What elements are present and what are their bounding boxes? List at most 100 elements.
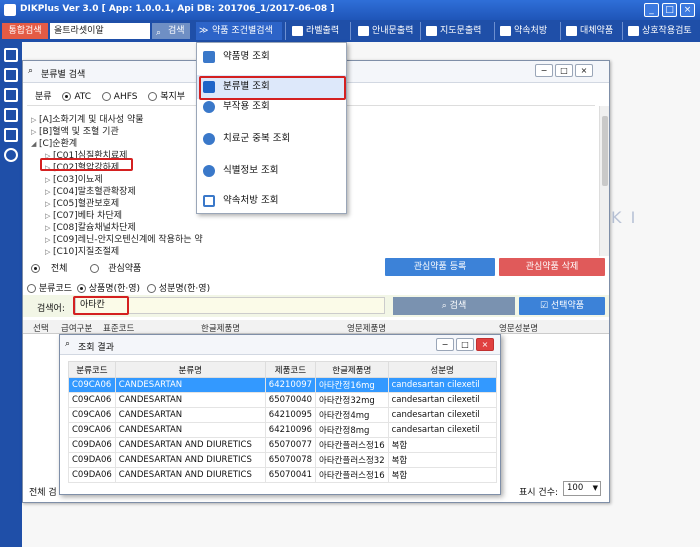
- all-radio[interactable]: [31, 264, 40, 273]
- cell: 64210095: [264, 407, 317, 423]
- table-row[interactable]: C09CA06 CANDESARTAN 65070040 아타칸정32mg candes…: [68, 392, 497, 408]
- guidance-print-label: 지도문출력: [440, 26, 482, 36]
- menu-icon[interactable]: [4, 48, 18, 62]
- label-print-button[interactable]: 라벨출력: [290, 22, 339, 40]
- close-button[interactable]: ×: [680, 3, 695, 17]
- cell: C09CA06: [68, 377, 116, 393]
- menu-item-label: 치료군 중복 조회: [223, 133, 291, 144]
- document-icon[interactable]: [4, 88, 18, 102]
- tree-node[interactable]: ▷ [C10]지질조절제: [45, 244, 119, 257]
- select-drug-button[interactable]: ☑ 선택약품: [519, 297, 605, 315]
- label-print-label: 라벨출력: [306, 26, 340, 36]
- column-header[interactable]: 분류명: [114, 361, 266, 378]
- minimize-button[interactable]: −: [436, 338, 454, 351]
- interaction-review-button[interactable]: 상호작용검토: [626, 22, 692, 40]
- search-icon: ⌕: [65, 339, 71, 349]
- integrated-search-tab[interactable]: 통합검색: [2, 23, 48, 39]
- cell: 64210097: [264, 377, 317, 393]
- product-name-label: 상품명(한·영): [88, 284, 141, 294]
- table-row[interactable]: C09DA06 CANDESARTAN AND DIURETICS 65070077…: [68, 437, 497, 453]
- search-label: 검색어:: [37, 304, 65, 314]
- scrollbar-thumb[interactable]: [602, 116, 608, 186]
- result-grid-header: 선택 급여구분 표준코드 한글제품명 영문제품명 영문성분명: [23, 320, 609, 334]
- table-row[interactable]: C09CA06 CANDESARTAN 64210095 아타칸정4mg candesa…: [68, 407, 497, 423]
- menu-item-contract-prescription[interactable]: 약속처방 조회: [197, 189, 346, 213]
- printer-icon: [426, 26, 437, 36]
- maximize-button[interactable]: □: [456, 338, 474, 351]
- interest-label: 관심약품: [108, 264, 142, 274]
- delete-interest-button[interactable]: 관심약품 삭제: [499, 258, 605, 276]
- cell: 아타칸플러스정32: [315, 452, 389, 468]
- menu-item-therapy-duplicate[interactable]: 치료군 중복 조회: [197, 127, 346, 151]
- minimize-button[interactable]: −: [535, 64, 553, 77]
- guidance-print-button[interactable]: 지도문출력: [424, 22, 481, 40]
- substitute-drug-button[interactable]: 대체약품: [564, 22, 613, 40]
- atc-radio[interactable]: [62, 92, 72, 101]
- monitor-icon[interactable]: [4, 108, 18, 122]
- window-title: DIKPlus Ver 3.0 [ App: 1.0.0.1, Api DB: …: [20, 4, 335, 14]
- display-count-label: 표시 건수:: [519, 488, 559, 498]
- welfare-radio[interactable]: [148, 92, 158, 101]
- maximize-button[interactable]: □: [555, 64, 573, 77]
- cell: candesartan cilexetil: [387, 422, 497, 438]
- minimize-button[interactable]: _: [644, 3, 659, 17]
- search-result-popup: ⌕ 조회 결과 − □ × 분류코드 분류명 제품코드 한글제품명 성분명 C0…: [59, 334, 501, 495]
- menu-item-side-effect[interactable]: 부작용 조회: [197, 95, 346, 119]
- column-header[interactable]: 한글제품명: [315, 361, 389, 378]
- cell: C09DA06: [68, 437, 116, 453]
- class-code-radio[interactable]: [27, 284, 36, 293]
- cell: 아타칸정8mg: [315, 422, 389, 438]
- search-button-label: 검색: [449, 301, 467, 311]
- contract-prescription-button[interactable]: 약속처방: [498, 22, 547, 40]
- drug-condition-search-label: 약품 조건별검색: [212, 26, 273, 36]
- display-count-select[interactable]: 100 ▼: [563, 481, 601, 496]
- toolbar-separator: [285, 22, 286, 40]
- qr-icon[interactable]: [4, 128, 18, 142]
- classification-window-title: 분류별 검색: [41, 70, 86, 80]
- ingredient-label: 성분명(한·영): [158, 284, 211, 294]
- classification-label: 분류: [35, 92, 52, 102]
- home-icon[interactable]: [4, 68, 18, 82]
- table-row[interactable]: C09DA06 CANDESARTAN AND DIURETICS 65070078…: [68, 452, 497, 468]
- app-icon: [4, 4, 16, 16]
- table-row[interactable]: C09DA06 CANDESARTAN AND DIURETICS 65070041…: [68, 467, 497, 483]
- class-code-label: 분류코드: [38, 284, 72, 294]
- add-interest-button[interactable]: 관심약품 등록: [385, 258, 495, 276]
- cell: 복합: [387, 467, 497, 483]
- menu-item-drug-name[interactable]: 약품명 조회: [197, 45, 346, 69]
- ingredient-radio[interactable]: [146, 284, 156, 293]
- popup-title: 조회 결과: [78, 343, 114, 353]
- menu-item-identification[interactable]: 식별정보 조회: [197, 159, 346, 183]
- guide-print-button[interactable]: 안내문출력: [356, 22, 413, 40]
- column-header[interactable]: 제품코드: [264, 361, 317, 378]
- cell: CANDESARTAN AND DIURETICS: [114, 452, 266, 468]
- table-row[interactable]: C09CA06 CANDESARTAN 64210097 아타칸정16mg candes…: [68, 377, 497, 393]
- ahfs-radio[interactable]: [101, 92, 111, 101]
- toolbar-separator: [560, 22, 561, 40]
- cell: CANDESARTAN: [114, 377, 266, 393]
- close-button[interactable]: ×: [476, 338, 494, 351]
- interest-radio[interactable]: [90, 264, 100, 273]
- drug-condition-search-button[interactable]: ≫ 약품 조건별검색: [196, 22, 282, 40]
- result-table: 분류코드 분류명 제품코드 한글제품명 성분명 C09CA06 CANDESART…: [68, 361, 497, 483]
- gear-icon[interactable]: [4, 148, 18, 162]
- tree-scrollbar[interactable]: [599, 106, 609, 256]
- cell: CANDESARTAN: [114, 407, 266, 423]
- search-button[interactable]: ⌕ 검색: [393, 297, 515, 315]
- table-row[interactable]: C09CA06 CANDESARTAN 64210096 아타칸정8mg candesa…: [68, 422, 497, 438]
- cell: 64210096: [264, 422, 317, 438]
- close-button[interactable]: ×: [575, 64, 593, 77]
- product-name-radio[interactable]: [76, 284, 86, 293]
- pill-icon: [203, 165, 215, 177]
- ahfs-label: AHFS: [113, 92, 138, 102]
- toolbar-search-button[interactable]: ⌕ 검색: [152, 23, 190, 39]
- toolbar-search-input[interactable]: 올트라셋이알: [50, 23, 150, 39]
- column-header[interactable]: 성분명: [387, 361, 497, 378]
- search-icon: ⌕: [28, 66, 34, 76]
- maximize-button[interactable]: □: [662, 3, 677, 17]
- cell: candesartan cilexetil: [387, 407, 497, 423]
- column-header[interactable]: 분류코드: [68, 361, 116, 378]
- cell: C09CA06: [68, 422, 116, 438]
- cell: C09CA06: [68, 392, 116, 408]
- search-type-options: 분류코드 상품명(한·영) 성분명(한·영): [27, 281, 210, 294]
